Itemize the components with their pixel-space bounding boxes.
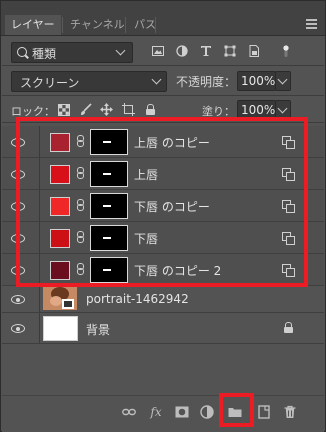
search-icon [17,47,27,57]
photo-thumbnail[interactable] [43,286,77,310]
layer-name[interactable]: portrait-1462942 [86,292,189,306]
tab-divider [155,17,156,33]
chevron-down-icon [277,74,288,85]
filter-kind-dropdown[interactable]: 種類 [11,42,133,63]
bottom-toolbar [2,395,324,432]
visibility-eye-icon[interactable] [11,294,25,304]
lock-image-icon[interactable] [80,103,92,116]
lock-position-icon[interactable] [100,103,113,116]
adjustment-layer-icon[interactable] [200,405,214,419]
opacity-input[interactable]: 100% [237,71,276,91]
lock-pixels-icon[interactable] [58,104,70,116]
filter-kind-label: 種類 [32,47,57,61]
filter-toggle-icon[interactable] [281,45,291,57]
chevron-down-icon [151,74,162,85]
opacity-dropdown-button[interactable] [275,71,291,91]
divider [39,286,40,313]
tab-divider [62,17,63,33]
divider [2,95,324,96]
lock-icon [284,322,293,333]
shape-filter-icon[interactable] [224,45,236,57]
chevron-down-icon [277,103,288,114]
adjustment-filter-icon[interactable] [176,45,188,57]
chevron-down-icon [115,45,126,56]
tab-layers[interactable]: レイヤー [5,15,61,35]
type-filter-icon[interactable] [200,45,212,57]
panel-menu-icon[interactable] [306,19,317,29]
fx-icon[interactable]: fx [149,405,163,419]
blend-mode-value: スクリーン [20,76,80,90]
highlight-box [219,393,254,427]
trash-icon[interactable] [283,405,297,419]
layer-row[interactable]: portrait-1462942 [2,286,324,313]
panel-tab-bar: レイヤー チャンネル パス [1,1,325,36]
layers-panel: レイヤー チャンネル パス 種類 スクリーン 不透明度： 100% ロック： 塗… [0,0,326,432]
blend-mode-dropdown[interactable]: スクリーン [11,71,167,92]
layer-name[interactable]: 背景 [86,321,110,338]
background-thumbnail[interactable] [43,316,78,341]
link-layers-icon[interactable] [122,405,136,419]
tab-channels[interactable]: チャンネル [64,15,131,35]
tab-paths[interactable]: パス [128,15,162,35]
smartobject-filter-icon[interactable] [248,45,260,57]
lock-artboard-icon[interactable] [122,103,135,116]
opacity-value: 100% [241,74,276,88]
opacity-label: 不透明度： [176,75,237,89]
highlight-box [16,117,308,287]
divider [2,65,324,66]
tab-divider [125,17,126,33]
layer-row[interactable]: 背景 [2,313,324,344]
visibility-eye-icon[interactable] [11,323,25,333]
image-filter-icon[interactable] [152,45,164,57]
lock-all-icon[interactable] [146,104,155,115]
add-mask-icon[interactable] [175,405,189,419]
divider [39,313,40,344]
new-layer-icon[interactable] [257,405,271,419]
fill-value: 100% [241,103,276,117]
